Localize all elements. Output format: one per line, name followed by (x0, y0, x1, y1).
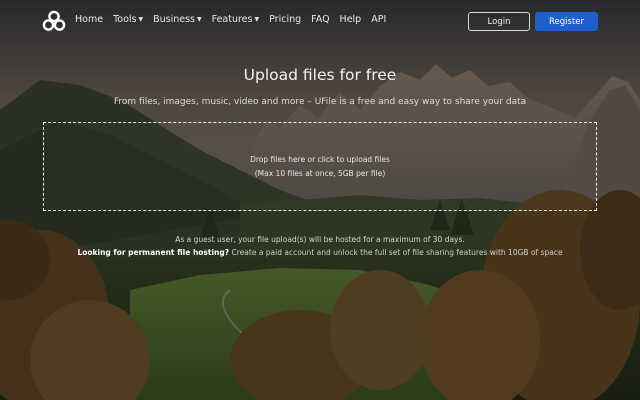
login-button[interactable]: Login (468, 12, 530, 31)
page-subtitle: From files, images, music, video and mor… (113, 97, 527, 107)
nav-faq-label: FAQ (311, 14, 330, 25)
page-title: Upload files for free (243, 66, 397, 84)
login-button-label: Login (487, 16, 511, 27)
dropzone-limits: (Max 10 files at once, 5GB per file) (254, 169, 386, 178)
dropzone-instruction: Drop files here or click to upload files (250, 155, 390, 164)
permanent-hosting-note: Looking for permanent file hosting? Crea… (0, 248, 640, 257)
nav-tools-label: Tools (113, 14, 137, 25)
chevron-down-icon: ▼ (138, 16, 144, 23)
nav-home-link[interactable]: Home (75, 14, 103, 25)
nav-links: Home Tools ▼ Business ▼ Features ▼ Pricing … (75, 14, 396, 25)
nav-business-dropdown[interactable]: Business ▼ (153, 14, 202, 25)
file-dropzone[interactable]: Drop files here or click to upload files… (43, 122, 597, 211)
nav-help-label: Help (339, 14, 362, 25)
nav-features-dropdown[interactable]: Features ▼ (212, 14, 259, 25)
permanent-hosting-details: Create a paid account and unlock the ful… (229, 248, 563, 257)
nav-features-label: Features (211, 14, 253, 25)
chevron-down-icon: ▼ (254, 16, 260, 23)
guest-hosting-note: As a guest user, your file upload(s) wil… (175, 235, 465, 244)
top-navbar: Home Tools ▼ Business ▼ Features ▼ Pricing … (0, 0, 640, 42)
nav-pricing-label: Pricing (269, 14, 302, 25)
register-button[interactable]: Register (535, 12, 598, 31)
chevron-down-icon: ▼ (197, 16, 202, 23)
page-background: Home Tools ▼ Business ▼ Features ▼ Pricing … (0, 0, 640, 400)
nav-business-label: Business (153, 14, 195, 25)
permanent-hosting-lead: Looking for permanent file hosting? (77, 248, 230, 257)
nav-help-link[interactable]: Help (340, 14, 362, 25)
register-button-label: Register (549, 16, 584, 27)
nav-pricing-link[interactable]: Pricing (269, 14, 301, 25)
nav-api-link[interactable]: API (371, 14, 386, 25)
cloud-rings-logo-icon[interactable] (42, 10, 66, 32)
nav-home-label: Home (75, 14, 104, 25)
nav-faq-link[interactable]: FAQ (311, 14, 329, 25)
nav-tools-dropdown[interactable]: Tools ▼ (113, 14, 143, 25)
nav-api-label: API (371, 14, 387, 25)
